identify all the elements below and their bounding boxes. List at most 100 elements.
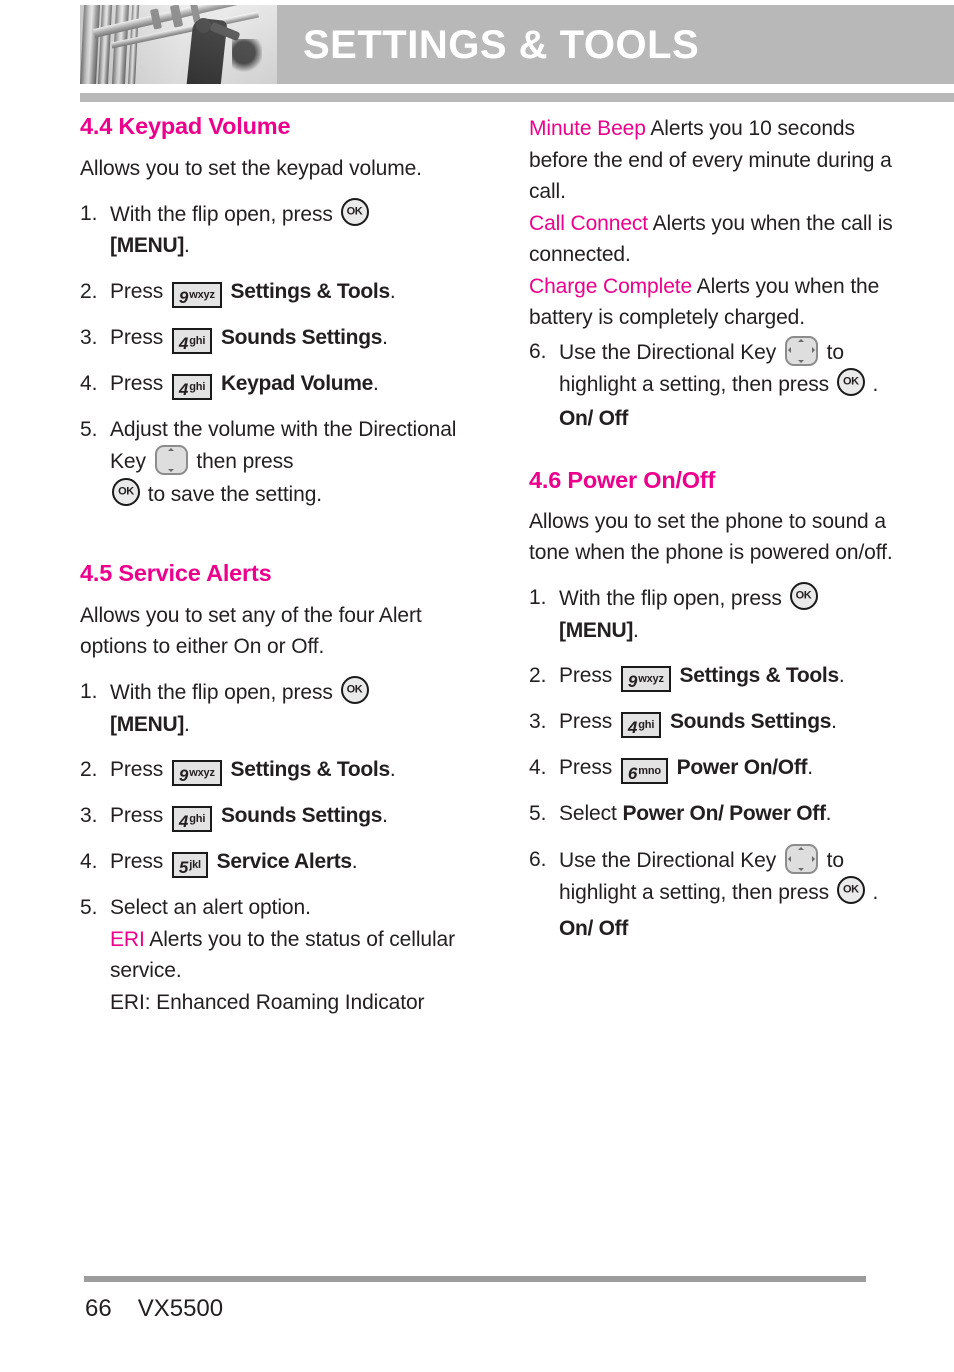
step-text-post: .	[866, 373, 879, 396]
page-footer: 66 VX5500	[85, 1295, 223, 1323]
step-text: Select an alert option. ERI Alerts you t…	[110, 892, 465, 1018]
step-number: 2.	[80, 279, 98, 303]
key-digit: 9	[178, 287, 189, 307]
step-text-bold: Keypad Volume	[220, 371, 374, 395]
step-number: 4.	[80, 850, 98, 874]
step-text-pre: Press	[110, 325, 169, 349]
step-number: 1.	[80, 680, 98, 704]
step-text: Press 4ghi Sounds Settings.	[559, 706, 914, 739]
ok-key-icon: OK	[789, 582, 818, 611]
key-letters: ghi	[638, 719, 655, 732]
step-item: 4. Press 5jkl Service Alerts.	[80, 846, 465, 879]
keypad-key-4-icon: 4ghi	[171, 806, 213, 833]
directional-key-icon	[784, 335, 818, 366]
section-4-5-intro: Allows you to set any of the four Alert …	[80, 604, 422, 659]
section-4-6-result: On/ Off	[529, 917, 914, 941]
step-item: 2. Press 9wxyz Settings & Tools.	[529, 660, 914, 693]
ok-key-label: OK	[842, 883, 859, 896]
arrow-down-icon	[167, 469, 174, 473]
section-4-4-intro: Allows you to set the keypad volume.	[80, 156, 422, 180]
step-text-post: .	[382, 325, 388, 349]
arrow-up-icon	[798, 338, 805, 342]
step-text-pre: Press	[110, 850, 169, 874]
arrow-down-icon	[798, 359, 805, 363]
photo-shading	[80, 5, 277, 84]
step-number: 1.	[529, 586, 547, 610]
step-text-pre: Press	[110, 804, 169, 828]
ok-key-icon: OK	[836, 876, 865, 905]
step-text-pre: Press	[110, 371, 169, 395]
arrow-left-icon	[787, 347, 791, 354]
page-number: 66	[85, 1295, 112, 1322]
left-column: 4. 4 Keypad Volume Allows you to set the …	[80, 113, 465, 1032]
step-item: 1. With the flip open, press OK [MENU].	[80, 676, 465, 740]
step-number: 5.	[529, 802, 547, 826]
step-text-bold: Sounds Settings	[220, 325, 383, 349]
key-letters: ghi	[189, 334, 206, 347]
step-item: 1. With the flip open, press OK [MENU].	[80, 197, 465, 262]
step-item: 4. Press 6mno Power On/Off.	[529, 752, 914, 785]
step-number: 6.	[529, 847, 547, 871]
page-title: SETTINGS & TOOLS	[303, 22, 700, 67]
alert-option-name-eri: ERI	[110, 927, 145, 951]
key-letters: ghi	[189, 813, 206, 826]
step-text-bold: [MENU]	[110, 234, 185, 258]
step-text-bold: [MENU]	[559, 618, 634, 642]
step-number: 3.	[80, 325, 98, 349]
page-header: SETTINGS & TOOLS	[80, 5, 954, 84]
key-digit: 5	[178, 858, 189, 878]
step-text-mid: then press	[190, 450, 294, 474]
step-text-bold: Settings & Tools	[679, 664, 840, 688]
step-text-post: .	[838, 664, 845, 688]
step-text-bold: Sounds Settings	[669, 710, 832, 734]
step-item: 5. Select an alert option. ERI Alerts yo…	[80, 892, 465, 1018]
step-text-post: to save the setting.	[142, 482, 323, 506]
keypad-key-4-icon: 4ghi	[620, 712, 662, 739]
arrow-right-icon	[811, 347, 815, 354]
step-text-post: .	[373, 371, 379, 395]
step-number: 1.	[80, 201, 98, 225]
step-text-bold: [MENU]	[110, 712, 185, 736]
result-value-on-off: On/ Off	[559, 406, 629, 430]
key-letters: wxyz	[638, 673, 664, 686]
section-4-5-steps: 1. With the flip open, press OK [MENU]. 2…	[80, 676, 465, 1018]
step-text: Use the Directional Key to highlight a s…	[559, 843, 914, 909]
step-text-post: .	[184, 234, 190, 258]
arrow-left-icon	[787, 855, 791, 862]
step-text: Press 4ghi Sounds Settings.	[110, 800, 465, 833]
section-heading-4-6: 4.6 Power On/Off	[529, 466, 716, 493]
ok-key-label: OK	[346, 205, 363, 218]
alert-option-desc-eri-expansion: ERI: Enhanced Roaming Indicator	[110, 990, 425, 1014]
step-number: 6.	[529, 339, 547, 363]
key-letters: jkl	[189, 859, 201, 872]
step-text: Press 9wxyz Settings & Tools.	[559, 660, 914, 693]
ok-key-icon: OK	[836, 368, 865, 396]
directional-key-icon	[154, 445, 188, 476]
step-text-bold: Power On/ Power Off	[622, 802, 826, 826]
key-letters: ghi	[189, 380, 206, 393]
step-text-post: .	[184, 712, 190, 736]
step-text-post: .	[351, 850, 358, 874]
keypad-key-9-icon: 9wxyz	[171, 760, 222, 787]
key-digit: 4	[178, 333, 189, 353]
step-text-bold: Settings & Tools	[230, 279, 391, 303]
right-column: Minute Beep Alerts you 10 seconds before…	[529, 113, 914, 941]
step-text-pre: Select an alert option.	[110, 896, 311, 920]
step-item: 6. Use the Directional Key to highlight …	[529, 335, 914, 401]
step-text-post: .	[389, 279, 396, 303]
keypad-key-5-icon: 5jkl	[171, 852, 208, 879]
step-text-post: .	[389, 758, 396, 782]
step-item: 2. Press 9wxyz Settings & Tools.	[80, 754, 465, 787]
step-number: 4.	[80, 371, 98, 395]
keypad-key-9-icon: 9wxyz	[171, 281, 222, 308]
ok-key-label: OK	[346, 683, 363, 696]
step-text: With the flip open, press OK [MENU].	[110, 676, 465, 740]
key-digit: 9	[627, 672, 638, 692]
step-text-post: .	[825, 802, 832, 826]
directional-key-icon	[784, 843, 818, 874]
step-number: 4.	[529, 756, 547, 780]
step-text-post: .	[831, 710, 837, 734]
step-text-pre: Press	[559, 710, 618, 734]
